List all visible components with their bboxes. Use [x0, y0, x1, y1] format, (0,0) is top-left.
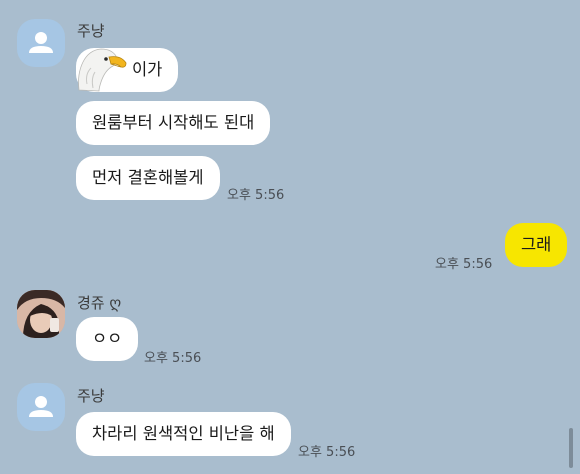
sender-name: 주냥	[77, 22, 105, 40]
profile-photo-avatar[interactable]	[17, 290, 65, 338]
timestamp: 오후 5:56	[144, 351, 202, 366]
timestamp: 오후 5:56	[298, 445, 356, 460]
message-bubble[interactable]: 먼저 결혼해볼게	[76, 156, 220, 200]
default-avatar-icon[interactable]	[17, 383, 65, 431]
message-bubble[interactable]: 원룸부터 시작해도 된대	[76, 101, 271, 145]
message-text: 그래	[521, 235, 552, 254]
message-bubble[interactable]: 차라리 원색적인 비난을 해	[76, 412, 291, 456]
my-message-bubble[interactable]: 그래	[505, 223, 568, 267]
timestamp: 오후 5:56	[227, 188, 285, 203]
message-bubble[interactable]: ㅇㅇ	[76, 317, 139, 361]
sender-name: 주냥	[77, 387, 105, 405]
timestamp: 오후 5:56	[435, 257, 493, 272]
sender-name: 경쥬 ღ	[77, 294, 122, 312]
message-text: ㅇㅇ	[92, 329, 123, 348]
eagle-emoticon-icon	[73, 44, 127, 96]
default-avatar-icon[interactable]	[17, 19, 65, 67]
scrollbar[interactable]	[569, 428, 573, 468]
message-text: 먼저 결혼해볼게	[92, 168, 204, 187]
message-text: 원룸부터 시작해도 된대	[92, 113, 255, 132]
message-text: 차라리 원색적인 비난을 해	[92, 424, 275, 443]
